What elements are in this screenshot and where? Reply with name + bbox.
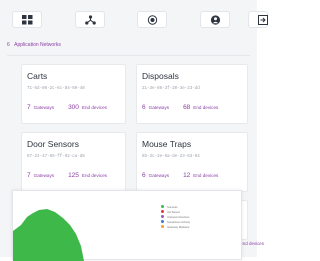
gateway-label: Gateways — [33, 105, 55, 110]
section-title: 6 Application Networks — [7, 42, 61, 48]
network-id: 67-24-47-65-ff-92-ca-d8 — [27, 155, 85, 159]
legend-label: Gateway Malware — [167, 224, 190, 229]
top-toolbar — [0, 0, 268, 36]
divider — [7, 55, 250, 56]
gateway-count: 7 — [27, 172, 31, 179]
network-stats: 6 Gateways 68 End devices — [142, 104, 218, 111]
gateway-count: 7 — [27, 104, 31, 111]
gateway-count: 6 — [142, 104, 146, 111]
end-device-label: End devices — [240, 241, 264, 246]
gateway-label: Gateways — [33, 173, 55, 178]
network-card[interactable]: Door Sensors 67-24-47-65-ff-92-ca-d8 7 Ga… — [21, 132, 126, 192]
end-device-count: 12 — [183, 172, 191, 179]
network-name: Mouse Traps — [142, 139, 192, 149]
end-device-label: End devices — [81, 173, 107, 178]
network-card[interactable]: Carts 71-5d-06-2c-6c-84-69-48 7 Gateways 3… — [21, 64, 126, 124]
account-button[interactable] — [200, 11, 230, 28]
section-label: Application Networks — [14, 42, 61, 48]
end-device-label: End devices — [193, 173, 219, 178]
network-stats: 7 Gateways 125 End devices — [27, 172, 107, 179]
gateway-label: Gateways — [148, 105, 170, 110]
area-chart — [13, 209, 84, 261]
network-id: 6b-3c-2e-6a-de-23-63-94 — [142, 155, 200, 159]
logout-button[interactable] — [248, 11, 268, 28]
network-id: 21-3e-86-3f-20-3e-23-dd — [142, 87, 200, 91]
network-card[interactable]: Disposals 21-3e-86-3f-20-3e-23-dd 6 Gatew… — [136, 64, 248, 124]
gateway-label: Gateways — [148, 173, 170, 178]
network-button[interactable] — [75, 11, 105, 28]
network-stats: 7 Gateways 300 End devices — [27, 104, 107, 111]
end-device-count: 68 — [183, 104, 191, 111]
end-device-label: End devices — [193, 105, 219, 110]
gateway-count: 6 — [142, 172, 146, 179]
network-name: Carts — [27, 71, 48, 81]
dashboard-button[interactable] — [12, 11, 42, 28]
network-name: Door Sensors — [27, 139, 79, 149]
legend-item: Gateway Malware — [161, 218, 190, 229]
network-card[interactable]: Mouse Traps 6b-3c-2e-6a-de-23-63-94 6 Gat… — [136, 132, 248, 192]
chart-overlay: Success Vol Saved Unknown Devices Suspic… — [12, 190, 242, 261]
network-name: Disposals — [142, 71, 179, 81]
end-device-count: 300 — [68, 104, 79, 111]
network-count: 6 — [7, 42, 10, 48]
network-id: 71-5d-06-2c-6c-84-69-48 — [27, 87, 85, 91]
end-device-count: 125 — [68, 172, 79, 179]
chart-area — [13, 209, 84, 261]
record-button[interactable] — [137, 11, 167, 28]
legend-dot — [161, 225, 164, 229]
network-stats: 6 Gateways 12 End devices — [142, 172, 218, 179]
end-device-label: End devices — [81, 105, 107, 110]
chart-legend: Success Vol Saved Unknown Devices Suspic… — [161, 198, 190, 229]
